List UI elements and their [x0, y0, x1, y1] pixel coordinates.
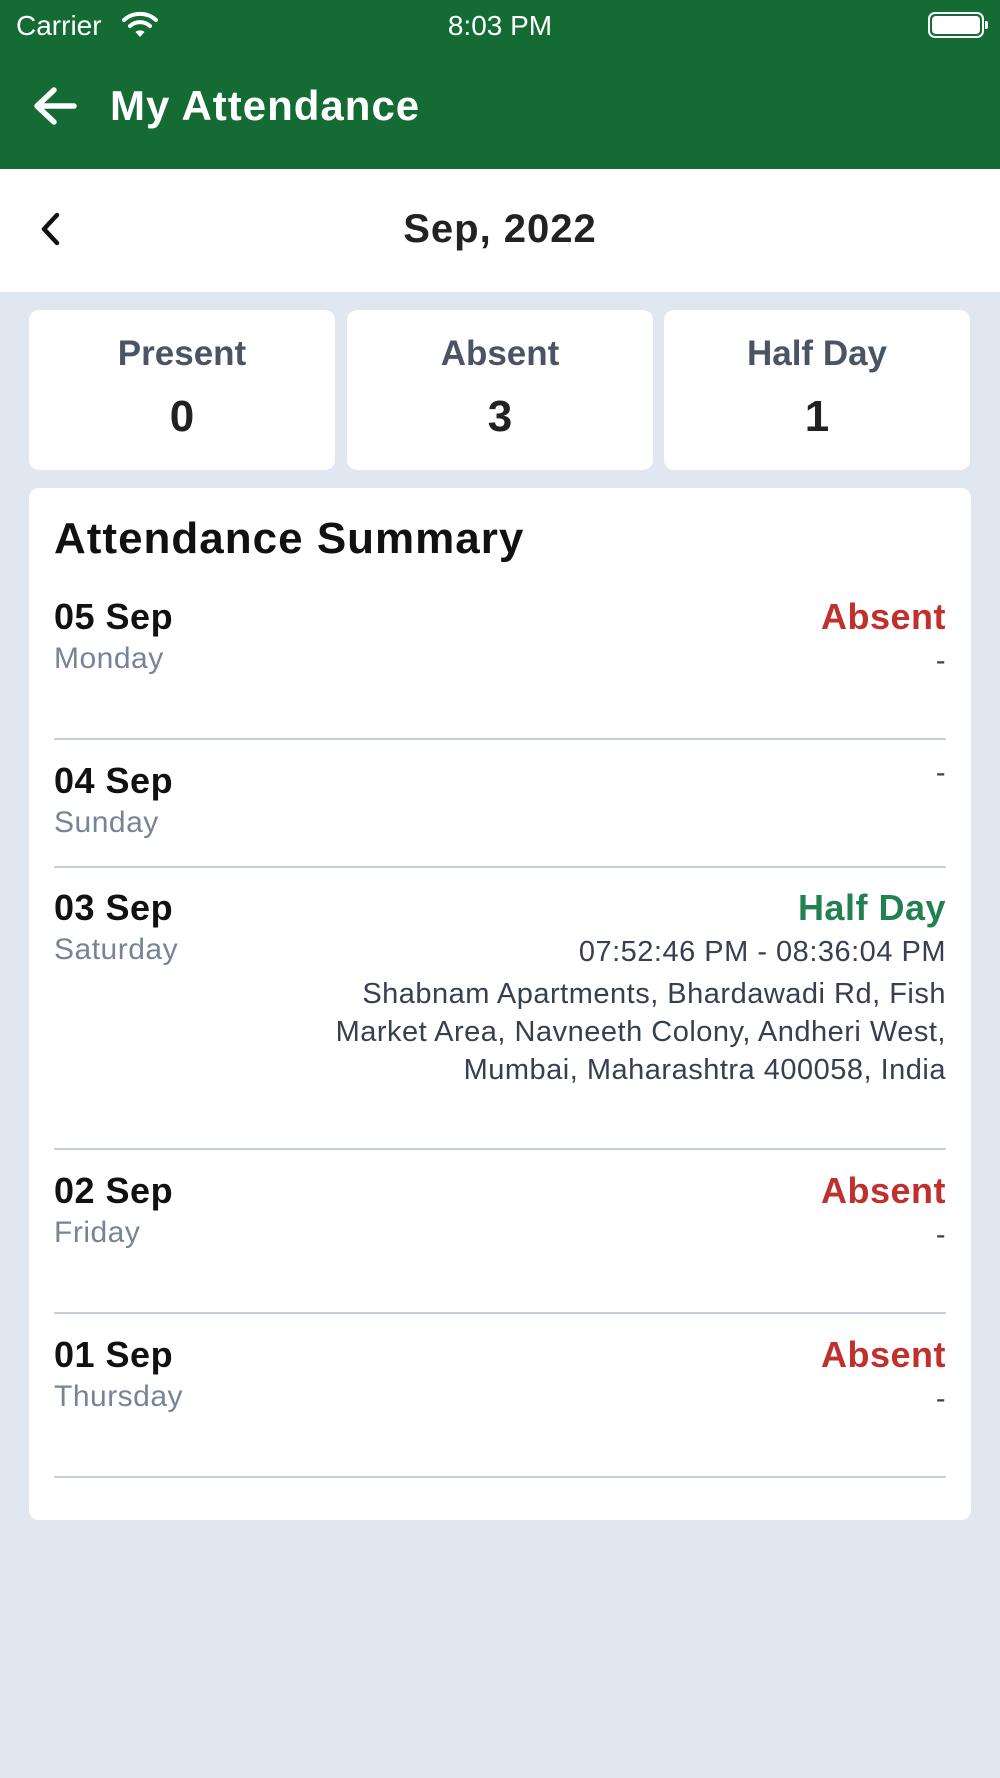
row-date: 01 Sep [54, 1334, 174, 1375]
row-status: Absent [820, 1334, 946, 1375]
month-navigator: Sep, 2022 [0, 169, 1000, 292]
row-date: 05 Sep [54, 596, 174, 637]
attendance-screen: Carrier 8:03 PM My Attendance Sep, 2022 … [0, 0, 1000, 1778]
app-header: Carrier 8:03 PM My Attendance [0, 0, 1000, 169]
row-day: Saturday [54, 933, 179, 966]
status-bar: Carrier 8:03 PM [0, 0, 1000, 50]
row-day: Monday [54, 642, 164, 675]
attendance-row[interactable]: 01 Sep Thursday Absent - [54, 1334, 946, 1478]
row-date: 03 Sep [54, 887, 174, 928]
present-stat-card: Present 0 [29, 310, 335, 470]
attendance-row[interactable]: 02 Sep Friday Absent - [54, 1170, 946, 1314]
row-detail: - [935, 757, 946, 789]
row-status: Absent [820, 1170, 946, 1211]
row-day: Thursday [54, 1380, 184, 1413]
absent-label: Absent [440, 334, 560, 373]
absent-stat-card: Absent 3 [347, 310, 653, 470]
absent-count: 3 [487, 392, 513, 441]
page-title: My Attendance [110, 82, 421, 129]
present-label: Present [117, 334, 247, 373]
battery-icon [928, 12, 988, 38]
row-date: 02 Sep [54, 1170, 174, 1211]
back-button[interactable] [28, 84, 82, 132]
row-detail: - [935, 645, 946, 677]
summary-title: Attendance Summary [54, 514, 525, 563]
row-day: Sunday [54, 806, 159, 839]
status-time: 8:03 PM [447, 10, 553, 41]
row-day: Friday [54, 1216, 141, 1249]
attendance-row[interactable]: 03 Sep Saturday Half Day 07:52:46 PM - 0… [54, 887, 946, 1150]
arrow-left-icon [32, 86, 78, 131]
attendance-row[interactable]: 04 Sep Sunday - [54, 757, 946, 868]
half-day-label: Half Day [746, 334, 888, 373]
row-detail: - [935, 1383, 946, 1415]
row-detail: - [935, 1219, 946, 1251]
row-date: 04 Sep [54, 760, 174, 801]
row-time-range: 07:52:46 PM - 08:36:04 PM [578, 936, 946, 968]
row-status: Absent [820, 596, 946, 637]
half-day-count: 1 [804, 392, 830, 441]
half-day-stat-card: Half Day 1 [664, 310, 970, 470]
attendance-row[interactable]: 05 Sep Monday Absent - [54, 596, 946, 740]
present-count: 0 [169, 392, 195, 441]
month-label: Sep, 2022 [403, 207, 597, 251]
row-address: Shabnam Apartments, Bhardawadi Rd, Fish … [335, 978, 946, 1086]
attendance-summary-card: Attendance Summary 05 Sep Monday Absent … [29, 488, 971, 1520]
row-status: Half Day [797, 887, 946, 928]
